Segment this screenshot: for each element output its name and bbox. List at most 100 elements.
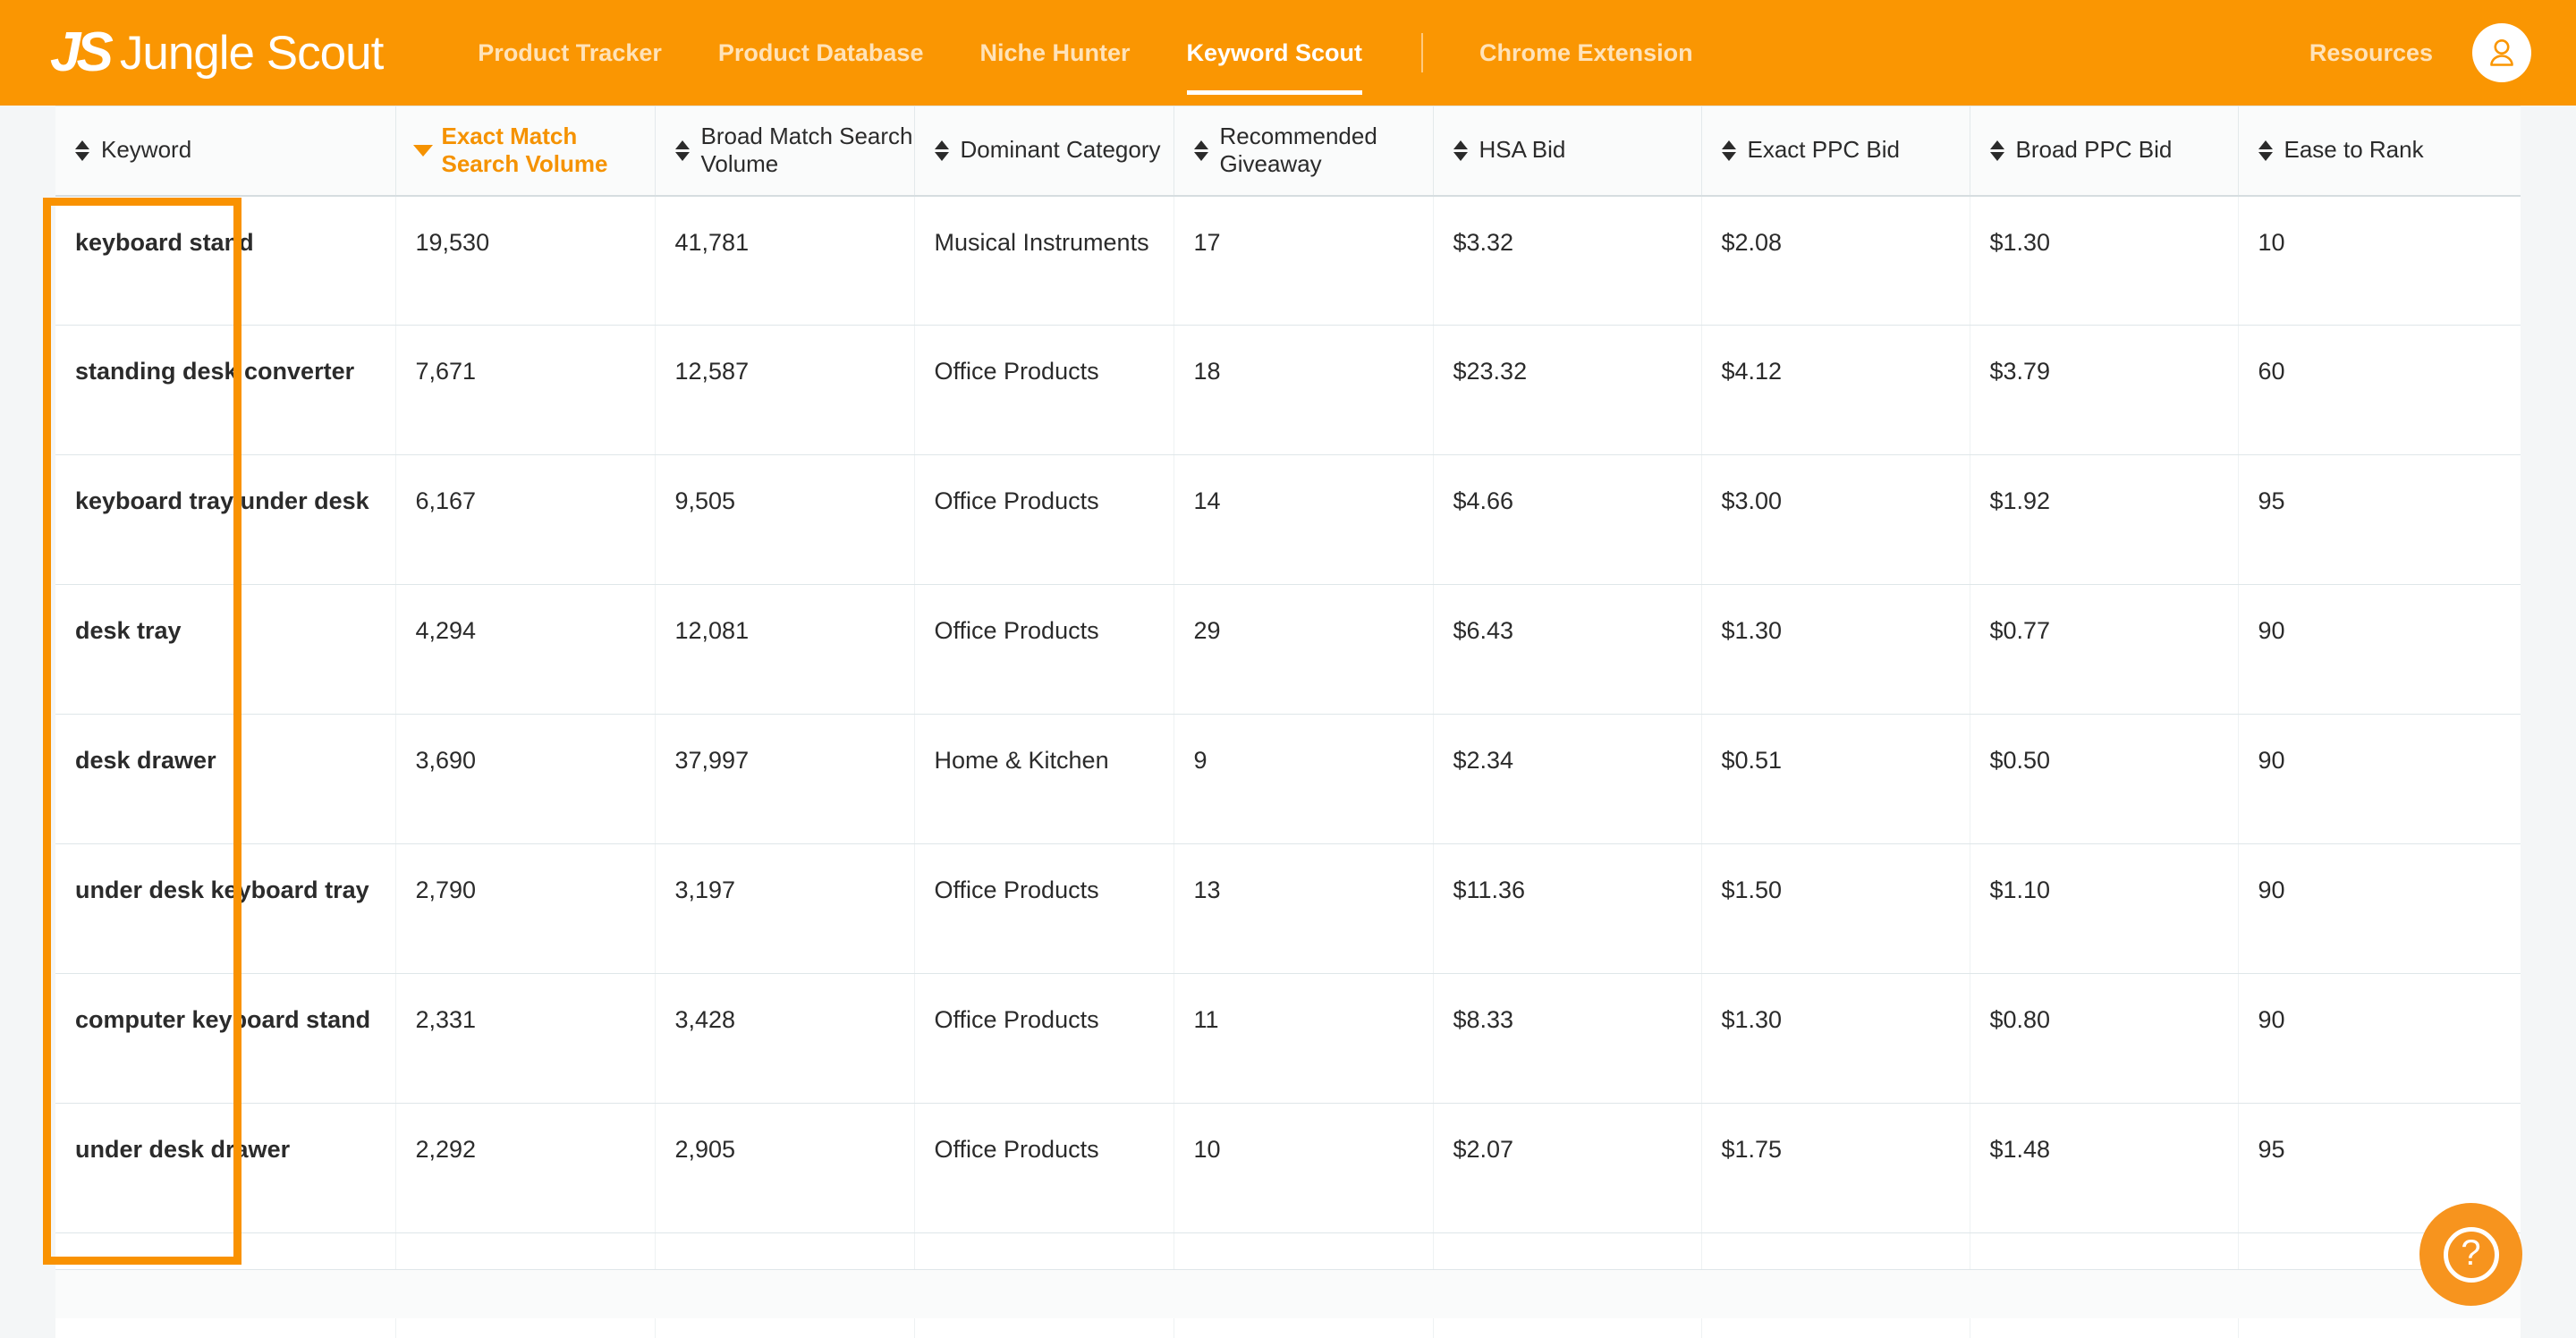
col-header-hsa-bid[interactable]: HSA Bid — [1433, 106, 1701, 196]
cell-exact-ppc-bid: $2.08 — [1701, 196, 1970, 326]
user-avatar-icon — [2484, 35, 2520, 71]
col-header-ease-to-rank[interactable]: Ease to Rank — [2238, 106, 2521, 196]
col-header-broad-ppc-bid[interactable]: Broad PPC Bid — [1970, 106, 2238, 196]
cell-keyword[interactable]: desk tray — [55, 585, 395, 715]
cell-dominant-category: Musical Instruments — [914, 196, 1174, 326]
nav-item-niche-hunter[interactable]: Niche Hunter — [979, 0, 1130, 106]
cell-broad-match-search-volume: 12,587 — [655, 326, 914, 455]
col-header-label: Recommended Giveaway — [1220, 123, 1433, 179]
col-header-dominant-category[interactable]: Dominant Category — [914, 106, 1174, 196]
nav-item-product-tracker[interactable]: Product Tracker — [478, 0, 662, 106]
cell-broad-match-search-volume: 2,905 — [655, 1104, 914, 1233]
table-row[interactable]: keyboard stand 19,530 41,781 Musical Ins… — [55, 196, 2521, 326]
sort-descending-icon[interactable] — [416, 145, 430, 157]
cell-broad-ppc-bid: $1.30 — [1970, 196, 2238, 326]
cell-exact-ppc-bid: $1.75 — [1701, 1104, 1970, 1233]
cell-ease-to-rank: 95 — [2238, 455, 2521, 585]
table-row[interactable]: under desk drawer 2,292 2,905 Office Pro… — [55, 1104, 2521, 1233]
cell-ease-to-rank: 60 — [2238, 326, 2521, 455]
col-header-label: Broad Match Search Volume — [701, 123, 914, 179]
col-header-keyword[interactable]: Keyword — [55, 106, 395, 196]
logo-word-scout: Scout — [267, 27, 384, 80]
cell-keyword[interactable]: standing desk converter — [55, 326, 395, 455]
cell-broad-ppc-bid: $1.10 — [1970, 844, 2238, 974]
col-header-label: Dominant Category — [961, 136, 1161, 165]
sort-toggle-icon[interactable] — [2258, 140, 2273, 161]
cell-broad-ppc-bid: $0.77 — [1970, 585, 2238, 715]
nav-item-chrome-extension[interactable]: Chrome Extension — [1479, 0, 1693, 106]
cell-broad-match-search-volume: 9,505 — [655, 455, 914, 585]
cell-broad-match-search-volume: 3,197 — [655, 844, 914, 974]
table-row[interactable]: computer keyboard stand 2,331 3,428 Offi… — [55, 974, 2521, 1104]
sort-toggle-icon[interactable] — [1722, 140, 1736, 161]
cell-exact-ppc-bid: $0.51 — [1701, 715, 1970, 844]
sort-toggle-icon[interactable] — [675, 140, 690, 161]
cell-keyword[interactable]: keyboard stand — [55, 196, 395, 326]
cell-exact-match-search-volume: 3,690 — [395, 715, 655, 844]
cell-ease-to-rank: 90 — [2238, 715, 2521, 844]
cell-dominant-category: Office Products — [914, 585, 1174, 715]
user-avatar-button[interactable] — [2472, 23, 2531, 82]
cell-recommended-giveaway: 17 — [1174, 196, 1433, 326]
cell-exact-ppc-bid: $1.30 — [1701, 974, 1970, 1104]
cell-dominant-category: Office Products — [914, 1104, 1174, 1233]
nav-item-product-database[interactable]: Product Database — [718, 0, 924, 106]
cell-keyword[interactable]: keyboard tray under desk — [55, 455, 395, 585]
cell-broad-match-search-volume: 3,428 — [655, 974, 914, 1104]
cell-hsa-bid: $4.66 — [1433, 455, 1701, 585]
table-row[interactable]: desk drawer 3,690 37,997 Home & Kitchen … — [55, 715, 2521, 844]
keyword-table-header: Keyword Exact Match Search Volume Broad … — [55, 106, 2521, 196]
keyword-table-body: keyboard stand 19,530 41,781 Musical Ins… — [55, 196, 2521, 1338]
cell-dominant-category: Office Products — [914, 844, 1174, 974]
sort-toggle-icon[interactable] — [935, 140, 949, 161]
jungle-scout-logo[interactable]: JS Jungle Scout — [50, 0, 383, 106]
cell-broad-ppc-bid: $0.80 — [1970, 974, 2238, 1104]
cell-keyword[interactable]: under desk drawer — [55, 1104, 395, 1233]
cell-hsa-bid: $2.07 — [1433, 1104, 1701, 1233]
logo-wordmark: Jungle Scout — [120, 30, 383, 77]
sort-toggle-icon[interactable] — [1453, 140, 1468, 161]
cell-hsa-bid: $3.32 — [1433, 196, 1701, 326]
cell-keyword[interactable]: under desk keyboard tray — [55, 844, 395, 974]
sort-toggle-icon[interactable] — [1990, 140, 2004, 161]
cell-recommended-giveaway: 14 — [1174, 455, 1433, 585]
table-row[interactable]: standing desk converter 7,671 12,587 Off… — [55, 326, 2521, 455]
col-header-exact-ppc-bid[interactable]: Exact PPC Bid — [1701, 106, 1970, 196]
sort-toggle-icon[interactable] — [1194, 140, 1208, 161]
cell-exact-match-search-volume: 2,292 — [395, 1104, 655, 1233]
help-button[interactable]: ? — [2419, 1203, 2522, 1306]
cell-exact-ppc-bid: $1.50 — [1701, 844, 1970, 974]
question-mark-icon: ? — [2444, 1227, 2499, 1283]
cell-ease-to-rank: 90 — [2238, 585, 2521, 715]
cell-broad-ppc-bid: $1.92 — [1970, 455, 2238, 585]
table-row[interactable]: keyboard tray under desk 6,167 9,505 Off… — [55, 455, 2521, 585]
col-header-exact-match-search-volume[interactable]: Exact Match Search Volume — [395, 106, 655, 196]
cell-exact-match-search-volume: 2,331 — [395, 974, 655, 1104]
cell-ease-to-rank: 10 — [2238, 196, 2521, 326]
cell-keyword[interactable]: computer keyboard stand — [55, 974, 395, 1104]
sort-toggle-icon[interactable] — [75, 140, 89, 161]
col-header-broad-match-search-volume[interactable]: Broad Match Search Volume — [655, 106, 914, 196]
cell-keyword[interactable]: desk drawer — [55, 715, 395, 844]
cell-dominant-category: Home & Kitchen — [914, 715, 1174, 844]
cell-exact-match-search-volume: 4,294 — [395, 585, 655, 715]
cell-broad-ppc-bid: $1.48 — [1970, 1104, 2238, 1233]
col-header-label: Ease to Rank — [2284, 136, 2424, 165]
cell-dominant-category: Office Products — [914, 455, 1174, 585]
nav-item-keyword-scout[interactable]: Keyword Scout — [1187, 0, 1363, 106]
cell-exact-ppc-bid: $3.00 — [1701, 455, 1970, 585]
col-header-label: Exact PPC Bid — [1748, 136, 1901, 165]
nav-item-resources[interactable]: Resources — [2309, 39, 2433, 67]
table-row[interactable]: desk tray 4,294 12,081 Office Products 2… — [55, 585, 2521, 715]
col-header-recommended-giveaway[interactable]: Recommended Giveaway — [1174, 106, 1433, 196]
keyword-table-container[interactable]: Keyword Exact Match Search Volume Broad … — [55, 106, 2521, 1338]
cell-hsa-bid: $2.34 — [1433, 715, 1701, 844]
table-footer-strip — [55, 1269, 2521, 1318]
table-row[interactable]: under desk keyboard tray 2,790 3,197 Off… — [55, 844, 2521, 974]
cell-hsa-bid: $8.33 — [1433, 974, 1701, 1104]
cell-exact-match-search-volume: 7,671 — [395, 326, 655, 455]
keyword-results-area: Keyword Exact Match Search Volume Broad … — [0, 106, 2576, 1338]
cell-exact-ppc-bid: $1.30 — [1701, 585, 1970, 715]
cell-broad-ppc-bid: $3.79 — [1970, 326, 2238, 455]
cell-recommended-giveaway: 29 — [1174, 585, 1433, 715]
